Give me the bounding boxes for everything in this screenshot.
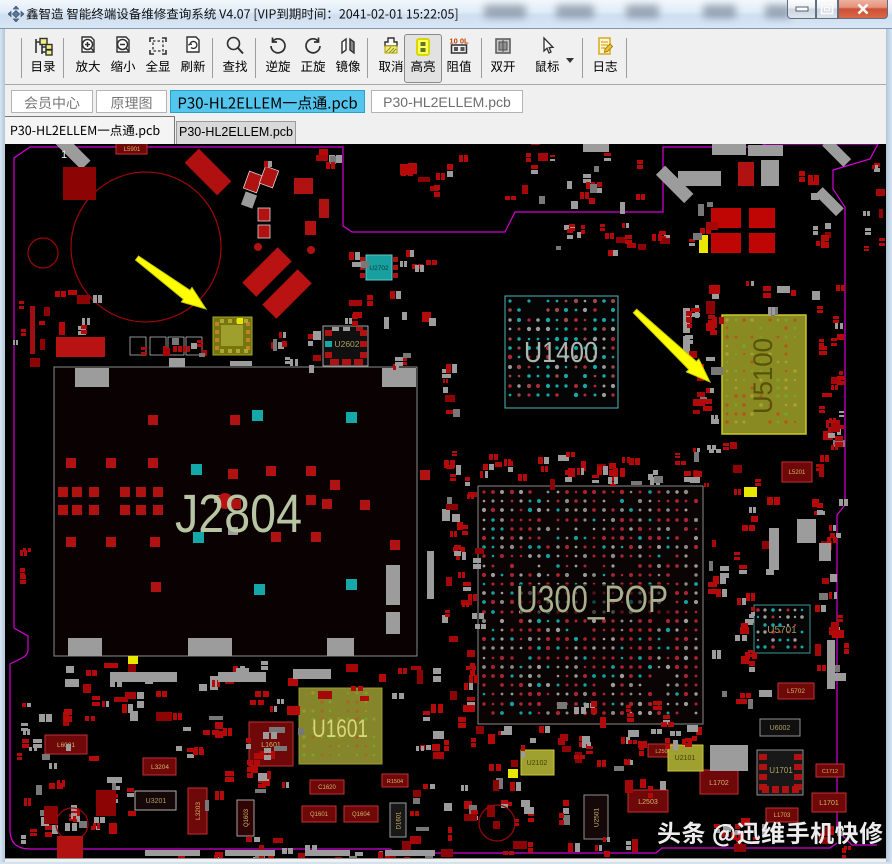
svg-text:U2702: U2702 <box>369 265 389 272</box>
svg-text:10 0L: 10 0L <box>449 37 469 46</box>
svg-text:C1712: C1712 <box>822 769 838 775</box>
svg-text:D1601: D1601 <box>397 811 403 829</box>
svg-text:C1620: C1620 <box>318 785 336 791</box>
svg-text:L3204: L3204 <box>151 764 169 771</box>
svg-text:U300_POP: U300_POP <box>516 579 668 621</box>
svg-text:U1701: U1701 <box>769 766 793 775</box>
svg-text:R1504: R1504 <box>387 779 403 785</box>
svg-text:U2101: U2101 <box>675 755 696 762</box>
svg-text:U5701: U5701 <box>767 625 797 636</box>
svg-text:Q1601: Q1601 <box>310 812 329 818</box>
svg-text:Q1604: Q1604 <box>352 812 371 818</box>
svg-text:U5100: U5100 <box>748 338 778 414</box>
svg-text:U2501: U2501 <box>594 808 601 828</box>
svg-text:J2804: J2804 <box>175 484 302 544</box>
svg-text:L1702: L1702 <box>709 780 729 787</box>
svg-text:U1601: U1601 <box>312 715 368 743</box>
svg-text:L5901: L5901 <box>124 147 141 153</box>
svg-text:U3201: U3201 <box>146 798 167 805</box>
svg-text:L5702: L5702 <box>787 688 805 695</box>
svg-text:L5201: L5201 <box>789 470 806 476</box>
svg-text:L1701: L1701 <box>819 800 839 807</box>
svg-text:L3203: L3203 <box>195 802 202 820</box>
svg-text:U2602: U2602 <box>334 339 359 349</box>
svg-text:Q1603: Q1603 <box>244 808 250 827</box>
svg-text:U6002: U6002 <box>770 725 791 732</box>
svg-text:U2102: U2102 <box>527 760 548 767</box>
svg-text:1: 1 <box>61 149 67 161</box>
svg-text:U1400: U1400 <box>524 337 598 369</box>
svg-text:L1703: L1703 <box>774 813 791 819</box>
svg-text:L2503: L2503 <box>638 799 658 806</box>
